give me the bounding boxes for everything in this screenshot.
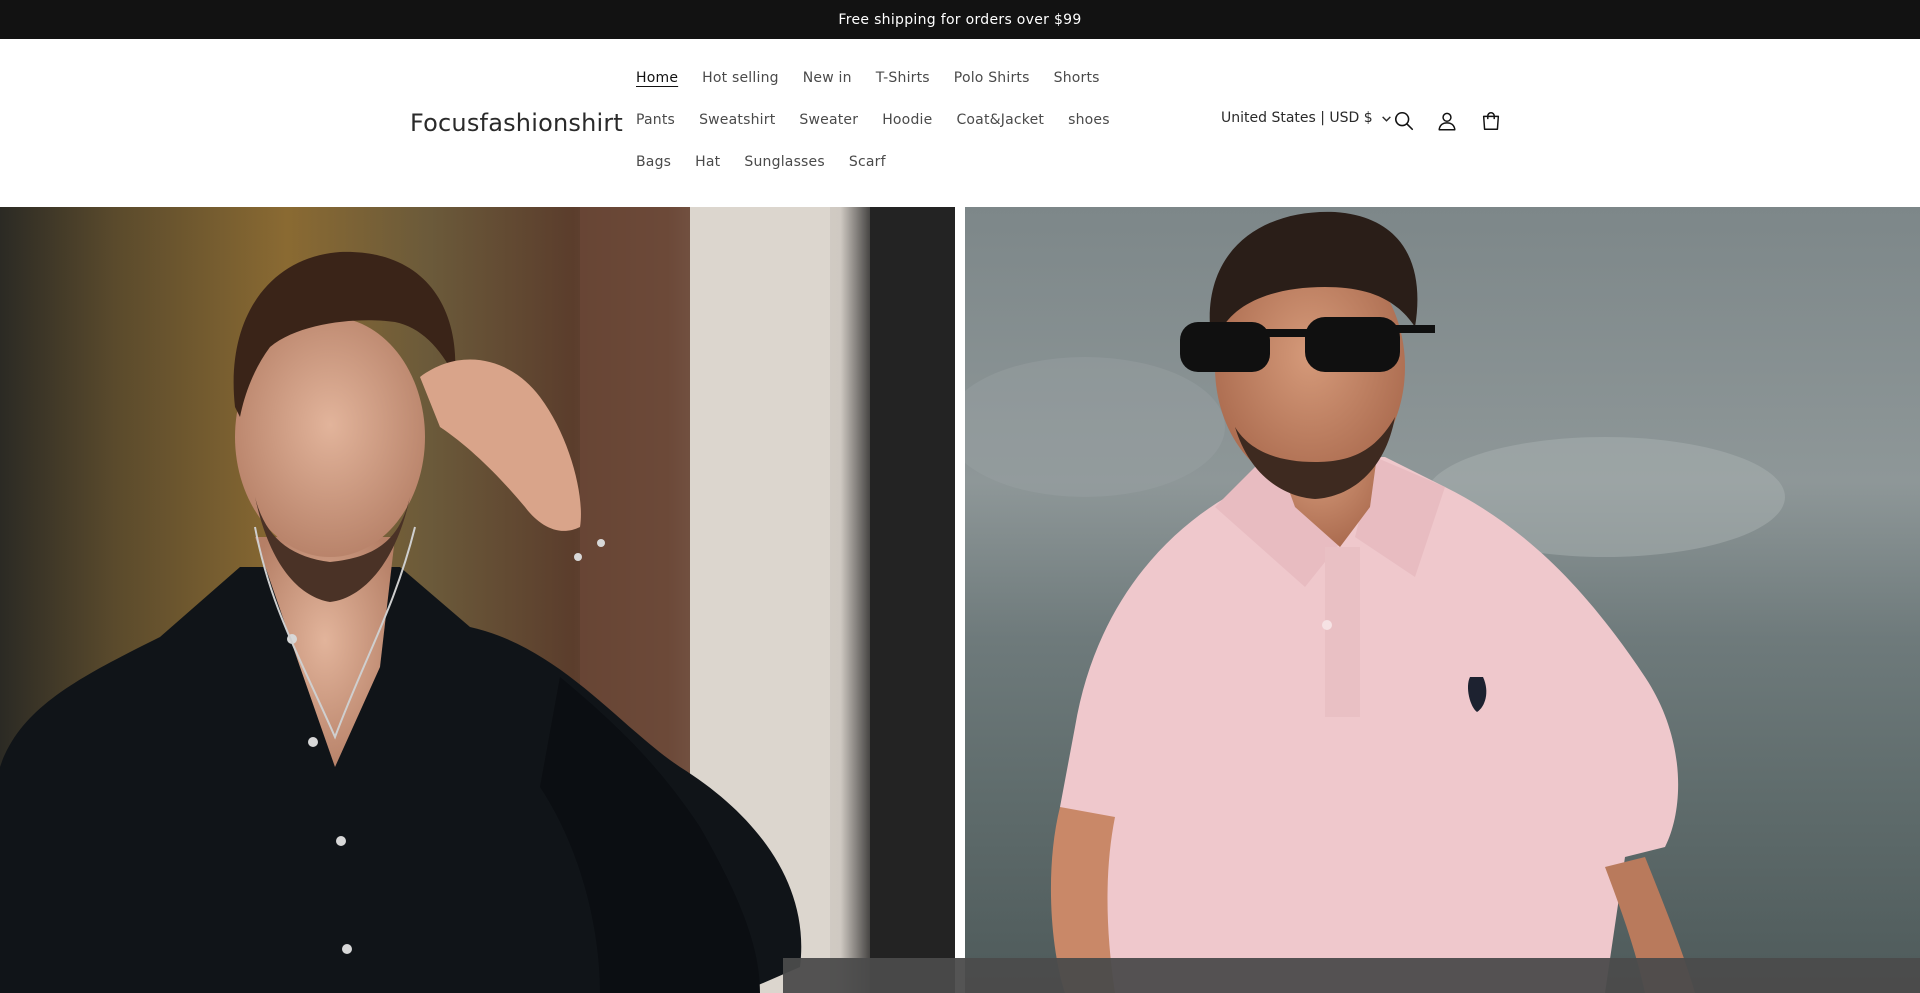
- nav-hat[interactable]: Hat: [683, 151, 732, 173]
- nav-shorts[interactable]: Shorts: [1042, 67, 1112, 89]
- nav-bags[interactable]: Bags: [624, 151, 683, 173]
- account-button[interactable]: [1431, 105, 1463, 137]
- man-in-pink-polo-photo: [965, 207, 1920, 993]
- region-label: United States | USD $: [1221, 110, 1373, 126]
- country-currency-selector[interactable]: United States | USD $: [1221, 110, 1392, 126]
- nav-scarf[interactable]: Scarf: [837, 151, 898, 173]
- cart-button[interactable]: [1475, 105, 1507, 137]
- hero-content-overlay: [783, 958, 1920, 993]
- hero-image-right[interactable]: [965, 207, 1920, 993]
- nav-pants[interactable]: Pants: [624, 109, 687, 131]
- site-header: Focusfashionshirt Home Hot selling New i…: [0, 39, 1920, 207]
- nav-home[interactable]: Home: [624, 67, 690, 89]
- nav-polo-shirts[interactable]: Polo Shirts: [942, 67, 1042, 89]
- nav-hoodie[interactable]: Hoodie: [870, 109, 944, 131]
- nav-coat-jacket[interactable]: Coat&Jacket: [944, 109, 1056, 131]
- hero-image-left[interactable]: [0, 207, 955, 993]
- announcement-text: Free shipping for orders over $99: [838, 11, 1082, 28]
- nav-new-in[interactable]: New in: [791, 67, 864, 89]
- announcement-bar: Free shipping for orders over $99: [0, 0, 1920, 39]
- man-in-black-shirt-photo: [0, 207, 955, 993]
- main-nav: Home Hot selling New in T-Shirts Polo Sh…: [624, 67, 1164, 173]
- search-button[interactable]: [1388, 105, 1420, 137]
- account-icon: [1438, 112, 1456, 131]
- nav-sweatshirt[interactable]: Sweatshirt: [687, 109, 787, 131]
- nav-shoes[interactable]: shoes: [1056, 109, 1122, 131]
- site-logo[interactable]: Focusfashionshirt: [410, 109, 623, 137]
- nav-t-shirts[interactable]: T-Shirts: [864, 67, 942, 89]
- nav-sweater[interactable]: Sweater: [787, 109, 870, 131]
- search-icon: [1394, 111, 1414, 131]
- cart-icon: [1482, 112, 1500, 130]
- nav-sunglasses[interactable]: Sunglasses: [732, 151, 836, 173]
- hero-banner: [0, 207, 1920, 993]
- nav-hot-selling[interactable]: Hot selling: [690, 67, 791, 89]
